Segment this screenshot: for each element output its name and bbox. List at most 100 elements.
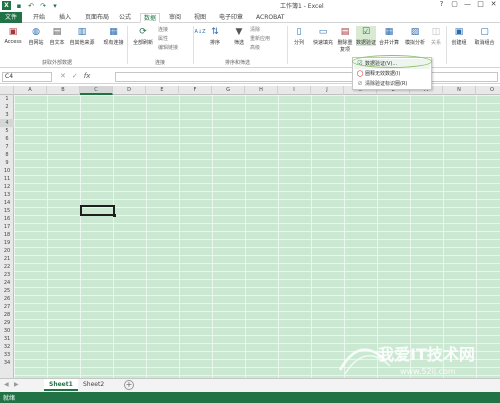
sheet-tab-sheet1[interactable]: Sheet1 bbox=[44, 379, 78, 391]
row-header-5[interactable]: 5 bbox=[0, 127, 14, 135]
from-other-sources-button[interactable]: ▥ 自其他来源 bbox=[67, 26, 97, 46]
refresh-all-button[interactable]: ⟳ 全部刷新 bbox=[130, 26, 156, 46]
row-header-13[interactable]: 13 bbox=[0, 191, 14, 199]
row-header-3[interactable]: 3 bbox=[0, 111, 14, 119]
column-header-b[interactable]: B bbox=[47, 86, 80, 95]
formula-input[interactable] bbox=[115, 72, 498, 82]
enter-icon[interactable]: ✓ bbox=[72, 72, 78, 80]
undo-icon[interactable]: ↶ bbox=[27, 2, 35, 10]
maximize-button[interactable]: □ bbox=[476, 0, 485, 8]
data-validation-button[interactable]: ☑ 数据验证 bbox=[356, 26, 376, 46]
tab-page-layout[interactable]: 页面布局 bbox=[82, 13, 112, 23]
from-web-button[interactable]: ◍ 自网站 bbox=[26, 26, 46, 46]
insert-function-icon[interactable]: fx bbox=[84, 72, 91, 80]
clear-filter-button[interactable]: 清除 bbox=[250, 26, 260, 33]
reapply-button[interactable]: 重新应用 bbox=[250, 35, 270, 42]
menu-item-clear-circles[interactable]: ⊘ 清除验证标识圈(R) bbox=[354, 79, 430, 89]
customize-qat-icon[interactable]: ▾ bbox=[51, 2, 59, 10]
select-all-corner[interactable] bbox=[0, 86, 14, 95]
row-header-17[interactable]: 17 bbox=[0, 223, 14, 231]
row-header-32[interactable]: 32 bbox=[0, 343, 14, 351]
cancel-icon[interactable]: ✕ bbox=[60, 72, 66, 80]
column-header-h[interactable]: H bbox=[245, 86, 278, 95]
sort-button[interactable]: ⇅ 排序 bbox=[207, 26, 223, 46]
close-button[interactable]: ✕ bbox=[489, 0, 498, 8]
row-header-11[interactable]: 11 bbox=[0, 175, 14, 183]
row-header-6[interactable]: 6 bbox=[0, 135, 14, 143]
remove-duplicates-button[interactable]: ▤ 删除重复项 bbox=[336, 26, 354, 53]
redo-icon[interactable]: ↷ bbox=[39, 2, 47, 10]
row-header-29[interactable]: 29 bbox=[0, 319, 14, 327]
column-header-n[interactable]: N bbox=[443, 86, 476, 95]
row-header-30[interactable]: 30 bbox=[0, 327, 14, 335]
minimize-button[interactable]: — bbox=[463, 0, 472, 8]
tab-acrobat[interactable]: ACROBAT bbox=[253, 13, 288, 23]
ungroup-button[interactable]: ▢ 取消组合 bbox=[471, 26, 498, 46]
what-if-analysis-button[interactable]: ▨ 模拟分析 bbox=[402, 26, 428, 46]
edit-links-button[interactable]: 编辑链接 bbox=[158, 44, 178, 51]
row-header-9[interactable]: 9 bbox=[0, 159, 14, 167]
row-header-28[interactable]: 28 bbox=[0, 311, 14, 319]
column-header-a[interactable]: A bbox=[14, 86, 47, 95]
access-button[interactable]: ▣ Access bbox=[2, 26, 24, 45]
tab-data[interactable]: 数据 bbox=[140, 13, 161, 23]
row-header-18[interactable]: 18 bbox=[0, 231, 14, 239]
row-header-26[interactable]: 26 bbox=[0, 295, 14, 303]
row-header-19[interactable]: 19 bbox=[0, 239, 14, 247]
group-button[interactable]: ▣ 创建组 bbox=[448, 26, 470, 46]
existing-connections-button[interactable]: ▦ 现有连接 bbox=[101, 26, 126, 46]
row-header-16[interactable]: 16 bbox=[0, 215, 14, 223]
tab-home[interactable]: 开始 bbox=[30, 13, 48, 23]
tab-insert[interactable]: 插入 bbox=[56, 13, 74, 23]
next-sheet-icon[interactable]: ▶ bbox=[14, 381, 19, 388]
save-icon[interactable]: ▪ bbox=[15, 2, 23, 10]
row-header-1[interactable]: 1 bbox=[0, 95, 14, 103]
tab-file[interactable]: 文件 bbox=[0, 12, 23, 23]
sheet-tab-sheet2[interactable]: Sheet2 bbox=[78, 379, 109, 391]
column-header-o[interactable]: O bbox=[476, 86, 500, 95]
add-sheet-button[interactable]: + bbox=[124, 380, 134, 390]
row-header-34[interactable]: 34 bbox=[0, 359, 14, 367]
column-header-c[interactable]: C bbox=[80, 86, 113, 95]
row-header-7[interactable]: 7 bbox=[0, 143, 14, 151]
row-header-20[interactable]: 20 bbox=[0, 247, 14, 255]
tab-formulas[interactable]: 公式 bbox=[116, 13, 134, 23]
relationships-button[interactable]: ◫ 关系 bbox=[428, 26, 444, 46]
row-header-4[interactable]: 4 bbox=[0, 119, 14, 127]
row-header-22[interactable]: 22 bbox=[0, 263, 14, 271]
filter-button[interactable]: ▼ 筛选 bbox=[230, 26, 248, 46]
advanced-button[interactable]: 高级 bbox=[250, 44, 260, 51]
column-header-g[interactable]: G bbox=[212, 86, 245, 95]
text-to-columns-button[interactable]: ▯ 分列 bbox=[290, 26, 308, 46]
row-header-12[interactable]: 12 bbox=[0, 183, 14, 191]
column-header-j[interactable]: J bbox=[311, 86, 344, 95]
column-header-d[interactable]: D bbox=[113, 86, 146, 95]
connections-button[interactable]: 连接 bbox=[158, 26, 168, 33]
active-cell[interactable] bbox=[80, 205, 116, 217]
row-header-27[interactable]: 27 bbox=[0, 303, 14, 311]
row-header-8[interactable]: 8 bbox=[0, 151, 14, 159]
tab-view[interactable]: 视图 bbox=[191, 13, 209, 23]
consolidate-button[interactable]: ▦ 合并计算 bbox=[377, 26, 401, 46]
menu-item-circle-invalid[interactable]: ◯ 圈释无效数据(I) bbox=[354, 69, 430, 79]
properties-button[interactable]: 属性 bbox=[158, 35, 168, 42]
row-header-25[interactable]: 25 bbox=[0, 287, 14, 295]
row-header-10[interactable]: 10 bbox=[0, 167, 14, 175]
from-text-button[interactable]: ▤ 自文本 bbox=[47, 26, 67, 46]
row-header-24[interactable]: 24 bbox=[0, 279, 14, 287]
prev-sheet-icon[interactable]: ◀ bbox=[4, 381, 9, 388]
help-button[interactable]: ? bbox=[437, 0, 446, 8]
row-header-21[interactable]: 21 bbox=[0, 255, 14, 263]
row-header-31[interactable]: 31 bbox=[0, 335, 14, 343]
ribbon-display-button[interactable]: ▢ bbox=[450, 0, 459, 8]
column-header-e[interactable]: E bbox=[146, 86, 179, 95]
row-header-33[interactable]: 33 bbox=[0, 351, 14, 359]
row-header-14[interactable]: 14 bbox=[0, 199, 14, 207]
row-header-23[interactable]: 23 bbox=[0, 271, 14, 279]
column-header-f[interactable]: F bbox=[179, 86, 212, 95]
row-header-2[interactable]: 2 bbox=[0, 103, 14, 111]
sort-az-button[interactable]: A↓Z bbox=[193, 26, 207, 39]
tab-e-seal[interactable]: 电子印章 bbox=[216, 13, 246, 23]
column-header-i[interactable]: I bbox=[278, 86, 311, 95]
tab-review[interactable]: 审阅 bbox=[166, 13, 184, 23]
